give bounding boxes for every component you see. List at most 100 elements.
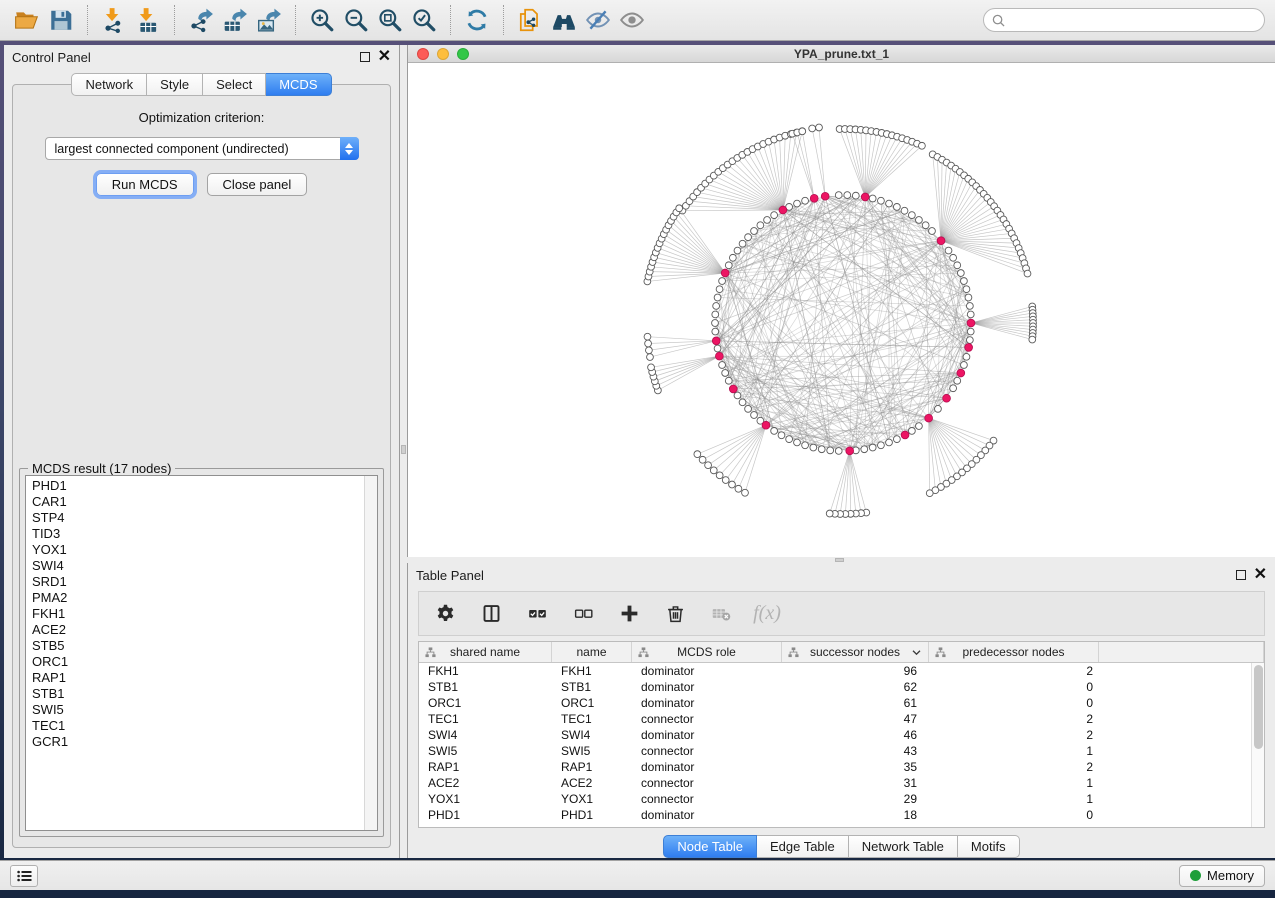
search-input[interactable] bbox=[1010, 13, 1256, 27]
window-close-icon[interactable] bbox=[417, 48, 429, 60]
export-network-icon[interactable] bbox=[184, 4, 218, 36]
memory-button[interactable]: Memory bbox=[1179, 865, 1265, 887]
float-panel-icon[interactable] bbox=[360, 52, 370, 62]
zoom-selected-icon[interactable] bbox=[407, 4, 441, 36]
settings-gear-icon[interactable] bbox=[433, 602, 457, 626]
list-item[interactable]: GCR1 bbox=[32, 734, 377, 750]
add-column-icon[interactable] bbox=[617, 602, 641, 626]
column-header-shared-name[interactable]: shared name bbox=[419, 642, 552, 662]
tab-mcds[interactable]: MCDS bbox=[266, 73, 331, 96]
list-item[interactable]: FKH1 bbox=[32, 606, 377, 622]
mcds-node[interactable] bbox=[967, 319, 975, 327]
tab-network[interactable]: Network bbox=[71, 73, 147, 96]
export-table-icon[interactable] bbox=[218, 4, 252, 36]
network-window-titlebar[interactable]: YPA_prune.txt_1 bbox=[408, 45, 1275, 63]
open-file-icon[interactable] bbox=[10, 4, 44, 36]
column-layout-icon[interactable] bbox=[479, 602, 503, 626]
table-row[interactable]: ORC1ORC1dominator610 bbox=[419, 695, 1251, 711]
mcds-result-list[interactable]: PHD1CAR1STP4TID3YOX1SWI4SRD1PMA2FKH1ACE2… bbox=[25, 475, 378, 831]
tab-network-table[interactable]: Network Table bbox=[849, 835, 958, 858]
mcds-node[interactable] bbox=[846, 447, 854, 455]
search-field[interactable] bbox=[983, 8, 1265, 32]
table-row[interactable]: SWI5SWI5connector431 bbox=[419, 743, 1251, 759]
task-history-button[interactable] bbox=[10, 865, 38, 887]
list-item[interactable]: SWI4 bbox=[32, 558, 377, 574]
import-network-icon[interactable] bbox=[97, 4, 131, 36]
table-row[interactable]: RAP1RAP1dominator352 bbox=[419, 759, 1251, 775]
list-item[interactable]: SRD1 bbox=[32, 574, 377, 590]
tab-select[interactable]: Select bbox=[203, 73, 266, 96]
close-panel-button[interactable]: Close panel bbox=[207, 173, 308, 196]
list-item[interactable]: STP4 bbox=[32, 510, 377, 526]
mcds-node[interactable] bbox=[712, 337, 720, 345]
table-row[interactable]: STB1STB1dominator620 bbox=[419, 679, 1251, 695]
import-table-icon[interactable] bbox=[131, 4, 165, 36]
list-item[interactable]: SWI5 bbox=[32, 702, 377, 718]
table-scrollbar-thumb[interactable] bbox=[1254, 665, 1263, 749]
table-row[interactable]: PHD1PHD1dominator180 bbox=[419, 807, 1251, 823]
mcds-result-scrollbar[interactable] bbox=[364, 476, 377, 830]
list-item[interactable]: PHD1 bbox=[32, 478, 377, 494]
optimization-criterion-select[interactable]: largest connected component (undirected) bbox=[45, 137, 359, 160]
mcds-node[interactable] bbox=[810, 194, 818, 202]
close-panel-icon[interactable]: ✕ bbox=[378, 52, 391, 62]
table-row[interactable]: SWI4SWI4dominator462 bbox=[419, 727, 1251, 743]
mcds-node[interactable] bbox=[937, 237, 945, 245]
mcds-node[interactable] bbox=[779, 206, 787, 214]
list-item[interactable]: YOX1 bbox=[32, 542, 377, 558]
delete-column-icon[interactable] bbox=[663, 602, 687, 626]
vertical-splitter[interactable] bbox=[400, 45, 407, 858]
mcds-node[interactable] bbox=[957, 369, 965, 377]
mcds-node[interactable] bbox=[715, 352, 723, 360]
first-neighbors-icon[interactable] bbox=[547, 4, 581, 36]
deselect-all-icon[interactable] bbox=[571, 602, 595, 626]
mcds-node[interactable] bbox=[943, 394, 951, 402]
close-panel-icon[interactable]: ✕ bbox=[1254, 570, 1267, 580]
table-row[interactable]: YOX1YOX1connector291 bbox=[419, 791, 1251, 807]
list-item[interactable]: TID3 bbox=[32, 526, 377, 542]
list-item[interactable]: ACE2 bbox=[32, 622, 377, 638]
mcds-node[interactable] bbox=[925, 414, 933, 422]
hide-selected-icon[interactable] bbox=[581, 4, 615, 36]
table-scrollbar[interactable] bbox=[1251, 663, 1264, 827]
export-image-icon[interactable] bbox=[252, 4, 286, 36]
network-canvas[interactable] bbox=[408, 64, 1275, 557]
list-item[interactable]: RAP1 bbox=[32, 670, 377, 686]
list-item[interactable]: ORC1 bbox=[32, 654, 377, 670]
window-minimize-icon[interactable] bbox=[437, 48, 449, 60]
tab-node-table[interactable]: Node Table bbox=[663, 835, 757, 858]
mcds-node[interactable] bbox=[901, 431, 909, 439]
select-all-icon[interactable] bbox=[525, 602, 549, 626]
tab-edge-table[interactable]: Edge Table bbox=[757, 835, 849, 858]
zoom-fit-icon[interactable] bbox=[373, 4, 407, 36]
mcds-node[interactable] bbox=[861, 193, 869, 201]
mcds-node[interactable] bbox=[821, 192, 829, 200]
mcds-node[interactable] bbox=[729, 385, 737, 393]
delete-table-icon[interactable] bbox=[709, 602, 733, 626]
column-header-mcds-role[interactable]: MCDS role bbox=[632, 642, 782, 662]
mcds-node[interactable] bbox=[721, 269, 729, 277]
column-header-successor-nodes[interactable]: successor nodes bbox=[782, 642, 929, 662]
mcds-node[interactable] bbox=[762, 421, 770, 429]
vertical-splitter-handle[interactable] bbox=[401, 445, 406, 454]
show-all-icon[interactable] bbox=[615, 4, 649, 36]
mcds-node[interactable] bbox=[965, 344, 973, 352]
function-builder-icon[interactable]: f(x) bbox=[755, 602, 779, 626]
list-item[interactable]: TEC1 bbox=[32, 718, 377, 734]
network-graph[interactable] bbox=[408, 64, 1274, 557]
column-header-predecessor-nodes[interactable]: predecessor nodes bbox=[929, 642, 1099, 662]
tab-style[interactable]: Style bbox=[147, 73, 203, 96]
table-row[interactable]: TEC1TEC1connector472 bbox=[419, 711, 1251, 727]
list-item[interactable]: STB5 bbox=[32, 638, 377, 654]
horizontal-splitter-handle[interactable] bbox=[835, 558, 844, 562]
zoom-in-icon[interactable] bbox=[305, 4, 339, 36]
column-header-name[interactable]: name bbox=[552, 642, 632, 662]
list-item[interactable]: CAR1 bbox=[32, 494, 377, 510]
table-row[interactable]: ACE2ACE2connector311 bbox=[419, 775, 1251, 791]
zoom-out-icon[interactable] bbox=[339, 4, 373, 36]
window-zoom-icon[interactable] bbox=[457, 48, 469, 60]
float-panel-icon[interactable] bbox=[1236, 570, 1246, 580]
list-item[interactable]: PMA2 bbox=[32, 590, 377, 606]
list-item[interactable]: STB1 bbox=[32, 686, 377, 702]
refresh-icon[interactable] bbox=[460, 4, 494, 36]
